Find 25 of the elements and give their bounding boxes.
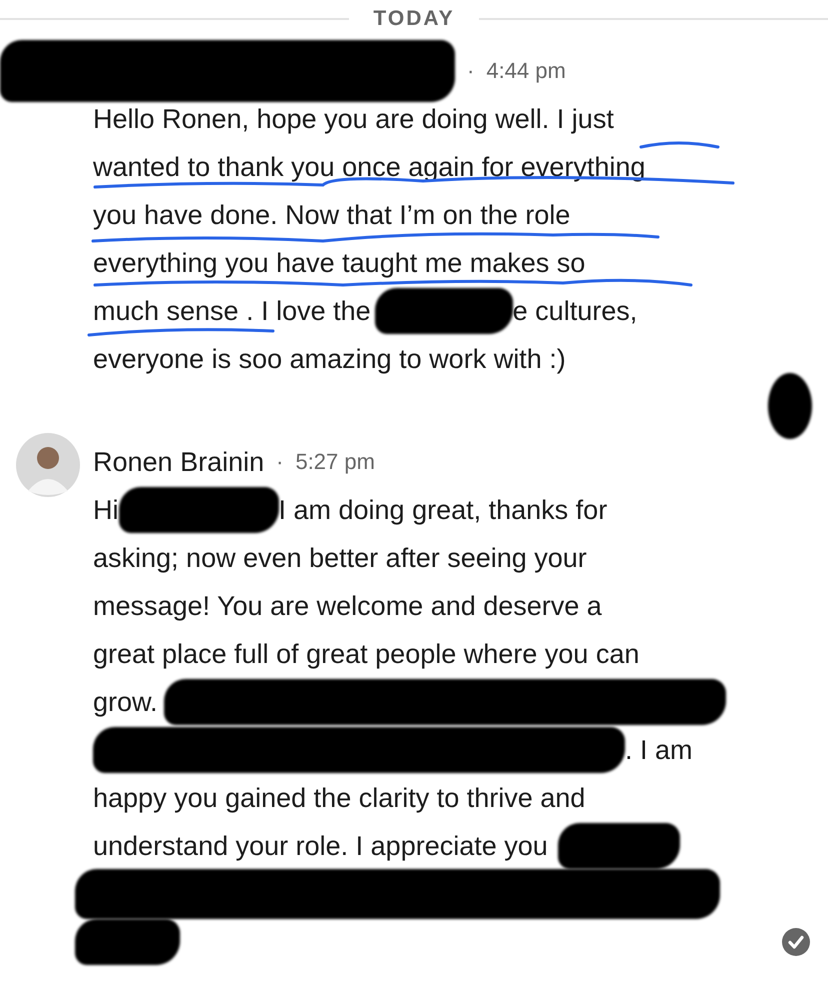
message-text: message! You are welcome and deserve a bbox=[93, 590, 602, 622]
message-text: you have done. Now that I’m on the role bbox=[93, 200, 570, 230]
date-divider: TODAY bbox=[373, 7, 455, 31]
marker-blot bbox=[768, 373, 812, 439]
message-text: everything you have taught me makes so bbox=[93, 248, 586, 278]
message-text: . I am bbox=[625, 734, 693, 766]
timestamp: 4:44 pm bbox=[486, 58, 566, 84]
message-text: wanted to thank you once again for everything bbox=[93, 152, 646, 182]
message-text: asking; now even better after seeing your bbox=[93, 542, 587, 574]
separator-dot: · bbox=[467, 58, 474, 84]
message-text: I am doing great, thanks for bbox=[278, 494, 608, 526]
message-text: e cultures, bbox=[512, 296, 638, 326]
message-text: grow. bbox=[93, 686, 158, 718]
message-text: Hi bbox=[93, 494, 118, 526]
message-text: great place full of great people where you can bbox=[93, 638, 640, 670]
message-text: everyone is soo amazing to work with :) bbox=[93, 344, 566, 374]
sender-name[interactable]: Ronen Brainin bbox=[93, 446, 264, 478]
read-check-icon bbox=[782, 928, 810, 956]
message-text: happy you gained the clarity to thrive and bbox=[93, 782, 586, 814]
message-text: understand your role. I appreciate you bbox=[93, 830, 548, 862]
separator-dot: · bbox=[276, 449, 284, 475]
message-text: Hello Ronen, hope you are doing well. I just bbox=[93, 104, 614, 134]
message-text: much sense . I love the bbox=[93, 296, 371, 326]
avatar[interactable] bbox=[16, 433, 80, 497]
timestamp: 5:27 pm bbox=[295, 449, 375, 475]
